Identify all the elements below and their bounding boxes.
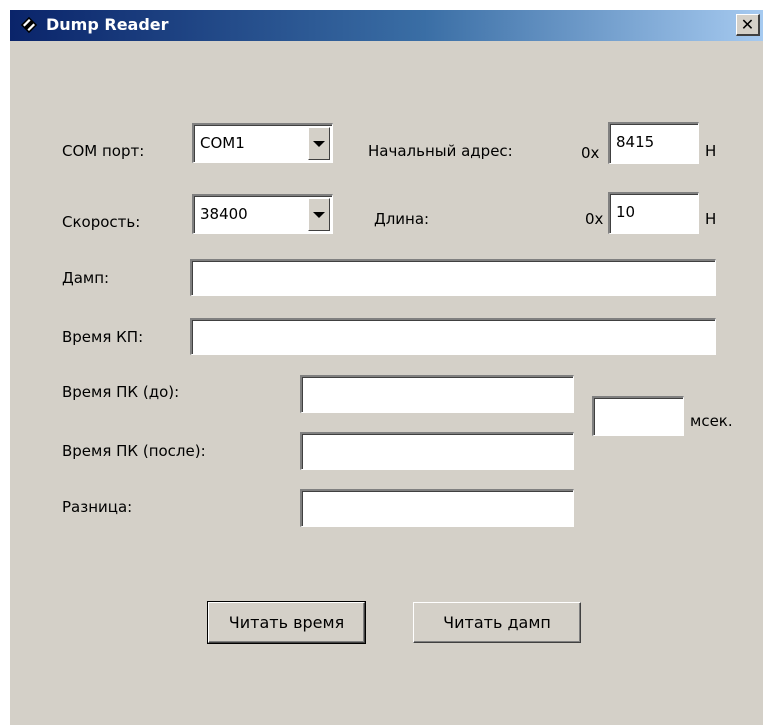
pc-time-after-label: Время ПК (после): <box>62 442 206 460</box>
length-prefix: 0x <box>585 210 604 228</box>
dump-label: Дамп: <box>62 269 110 287</box>
start-address-suffix: H <box>705 142 717 160</box>
com-port-label: COM порт: <box>62 142 145 160</box>
kp-time-field[interactable] <box>190 318 716 355</box>
close-icon: ✕ <box>740 14 755 34</box>
difference-field[interactable] <box>300 489 574 527</box>
length-value: 10 <box>616 203 636 221</box>
speed-label: Скорость: <box>62 213 141 231</box>
com-port-combo[interactable]: COM1 <box>192 123 333 163</box>
speed-value: 38400 <box>200 205 248 223</box>
start-address-prefix: 0x <box>581 144 600 162</box>
dump-reader-window: Dump Reader ✕ COM порт: COM1 Начальный а… <box>9 9 763 725</box>
com-port-dropdown-button[interactable] <box>308 127 330 160</box>
read-time-button-label: Читать время <box>228 613 345 632</box>
read-dump-button[interactable]: Читать дамп <box>413 602 581 643</box>
close-button[interactable]: ✕ <box>736 14 760 36</box>
start-address-value: 8415 <box>616 133 655 151</box>
pc-time-before-field[interactable] <box>300 375 574 413</box>
kp-time-label: Время КП: <box>62 328 144 346</box>
length-label: Длина: <box>374 210 430 228</box>
msec-unit-label: мсек. <box>690 412 733 430</box>
pc-time-after-field[interactable] <box>300 432 574 470</box>
read-dump-button-label: Читать дамп <box>443 613 551 632</box>
difference-label: Разница: <box>62 498 133 516</box>
speed-dropdown-button[interactable] <box>308 198 330 231</box>
pc-time-before-label: Время ПК (до): <box>62 383 180 401</box>
app-icon <box>20 16 38 34</box>
title-bar[interactable]: Dump Reader ✕ <box>10 10 763 41</box>
read-time-button[interactable]: Читать время <box>207 601 366 644</box>
length-input[interactable]: 10 <box>608 192 699 234</box>
com-port-value: COM1 <box>200 134 245 152</box>
chevron-down-icon <box>313 140 325 147</box>
window-title: Dump Reader <box>46 15 169 34</box>
msec-field[interactable] <box>592 396 684 436</box>
chevron-down-icon <box>313 211 325 218</box>
dump-field[interactable] <box>190 259 716 296</box>
start-address-label: Начальный адрес: <box>368 142 513 160</box>
length-suffix: H <box>705 210 717 228</box>
speed-combo[interactable]: 38400 <box>192 194 333 234</box>
start-address-input[interactable]: 8415 <box>608 122 699 164</box>
